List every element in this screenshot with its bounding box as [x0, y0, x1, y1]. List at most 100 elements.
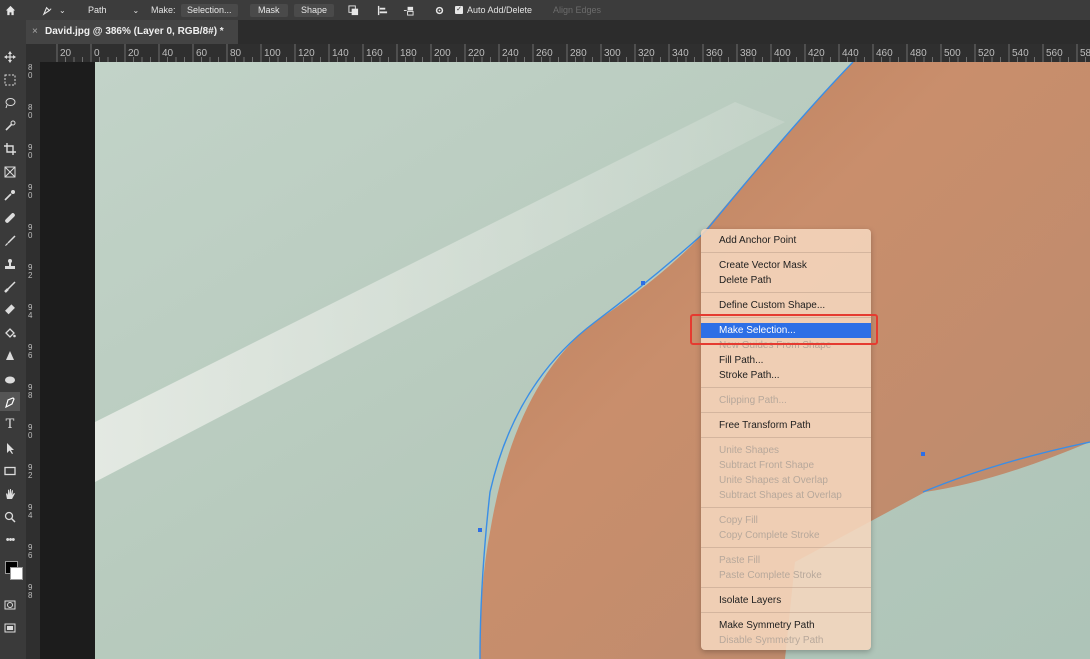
color-swatches[interactable] — [0, 558, 23, 588]
ruler-number: 20 — [60, 48, 72, 59]
ruler-number: 60 — [196, 48, 208, 59]
ruler-number: 460 — [876, 48, 893, 59]
menu-item-stroke-path[interactable]: Stroke Path... — [701, 368, 871, 383]
screen-mode-icon[interactable] — [0, 618, 20, 637]
more-tools-icon[interactable]: ••• — [0, 530, 20, 549]
close-tab-icon[interactable]: × — [32, 20, 38, 44]
menu-item-make-symmetry-path[interactable]: Make Symmetry Path — [701, 618, 871, 633]
move-tool-icon[interactable] — [0, 47, 20, 66]
ruler-number: 360 — [706, 48, 723, 59]
chevron-down-icon: ⌄ — [59, 5, 66, 15]
paint-bucket-tool-icon[interactable] — [0, 323, 20, 342]
dodge-tool-icon[interactable] — [0, 369, 20, 388]
menu-item-create-vector-mask[interactable]: Create Vector Mask — [701, 258, 871, 273]
shape-button[interactable]: Shape — [294, 0, 335, 20]
ruler-number: 480 — [910, 48, 927, 59]
menu-separator — [701, 252, 871, 253]
shape-button-label: Shape — [294, 3, 335, 17]
ruler-number: 280 — [570, 48, 587, 59]
zoom-tool-icon[interactable] — [0, 507, 20, 526]
menu-item-unite-shapes: Unite Shapes — [719, 445, 780, 456]
ruler-number: 180 — [400, 48, 417, 59]
ruler-number: 9 0 — [28, 143, 33, 160]
mask-button-label: Mask — [250, 3, 288, 17]
menu-item-paste-fill: Paste Fill — [719, 555, 761, 566]
menu-item-subtract-shapes-at-overlap: Subtract Shapes at Overlap — [719, 490, 842, 501]
pen-tool-icon[interactable] — [0, 392, 20, 411]
menu-item-define-custom-shape[interactable]: Define Custom Shape... — [701, 298, 871, 313]
anchor-point[interactable] — [641, 281, 645, 285]
menu-item-delete-path[interactable]: Delete Path — [701, 273, 871, 288]
ruler-number: 380 — [740, 48, 757, 59]
mask-button[interactable]: Mask — [250, 0, 288, 20]
menu-separator — [701, 612, 871, 613]
anchor-point[interactable] — [478, 528, 482, 532]
quick-mask-icon[interactable] — [0, 595, 20, 614]
ruler-number: 240 — [502, 48, 519, 59]
ruler-number: 420 — [808, 48, 825, 59]
background-color-swatch[interactable] — [10, 567, 23, 580]
gear-icon[interactable] — [434, 0, 445, 20]
type-glyph: T — [5, 417, 15, 432]
selection-button[interactable]: Selection... — [181, 0, 238, 20]
ruler-number: 20 — [128, 48, 140, 59]
ruler-number: 80 — [230, 48, 242, 59]
ruler-number: 160 — [366, 48, 383, 59]
auto-add-delete-checkbox[interactable]: ✓ Auto Add/Delete — [455, 0, 532, 20]
marquee-tool-icon[interactable] — [0, 70, 20, 89]
eyedropper-tool-icon[interactable] — [0, 185, 20, 204]
checkbox-icon: ✓ — [455, 6, 463, 14]
history-brush-tool-icon[interactable] — [0, 277, 20, 296]
hand-tool-icon[interactable] — [0, 484, 20, 503]
ruler-number: 300 — [604, 48, 621, 59]
menu-item-free-transform-path[interactable]: Free Transform Path — [701, 418, 871, 433]
home-icon[interactable] — [5, 0, 16, 20]
menu-item-add-anchor-point[interactable]: Add Anchor Point — [701, 233, 871, 248]
ruler-number: 8 0 — [28, 63, 33, 80]
menu-item-paste-complete-stroke: Paste Complete Stroke — [719, 570, 822, 581]
ruler-number: 9 0 — [28, 223, 33, 240]
frame-tool-icon[interactable] — [0, 162, 20, 181]
ruler-number: 440 — [842, 48, 859, 59]
healing-brush-tool-icon[interactable] — [0, 208, 20, 227]
canvas-area[interactable] — [40, 62, 1090, 659]
annotation-highlight-box — [690, 314, 878, 345]
clone-stamp-tool-icon[interactable] — [0, 254, 20, 273]
path-alignment-icon[interactable] — [377, 0, 388, 20]
ruler-number: 140 — [332, 48, 349, 59]
context-menu: Add Anchor Point Create Vector Mask Dele… — [701, 229, 871, 650]
ruler-number: 9 8 — [28, 383, 33, 400]
anchor-point[interactable] — [921, 452, 925, 456]
menu-item-isolate-layers[interactable]: Isolate Layers — [701, 593, 871, 608]
ruler-number: 580 — [1080, 48, 1090, 59]
path-selection-tool-icon[interactable] — [0, 438, 20, 457]
ruler-number: 8 0 — [28, 103, 33, 120]
rectangle-tool-icon[interactable] — [0, 461, 20, 480]
crop-tool-icon[interactable] — [0, 139, 20, 158]
menu-separator — [701, 412, 871, 413]
menu-separator — [701, 547, 871, 548]
photo-canvas[interactable] — [95, 62, 1090, 659]
quick-selection-tool-icon[interactable] — [0, 116, 20, 135]
menu-item-disable-symmetry-path: Disable Symmetry Path — [719, 635, 824, 646]
eraser-tool-icon[interactable] — [0, 300, 20, 319]
menu-separator — [701, 387, 871, 388]
lasso-tool-icon[interactable] — [0, 93, 20, 112]
selection-button-label: Selection... — [181, 3, 238, 17]
path-operations-icon[interactable] — [348, 0, 359, 20]
ruler-number: 340 — [672, 48, 689, 59]
menu-separator — [701, 292, 871, 293]
brush-tool-icon[interactable] — [0, 231, 20, 250]
ruler-number: 520 — [978, 48, 995, 59]
ruler-number: 320 — [638, 48, 655, 59]
path-mode-select[interactable]: Path ⌄ — [84, 0, 139, 20]
document-tab[interactable]: × David.jpg @ 386% (Layer 0, RGB/8#) * — [26, 20, 238, 44]
type-tool-icon[interactable]: T — [0, 415, 20, 434]
make-label: Make: — [151, 4, 176, 15]
align-edges-label: Align Edges — [553, 4, 602, 15]
pen-tool-preset-icon[interactable]: ⌄ — [42, 0, 66, 20]
path-arrangement-icon[interactable] — [403, 0, 414, 20]
ruler-number: 9 4 — [28, 303, 33, 320]
menu-item-fill-path[interactable]: Fill Path... — [701, 353, 871, 368]
blur-tool-icon[interactable] — [0, 346, 20, 365]
